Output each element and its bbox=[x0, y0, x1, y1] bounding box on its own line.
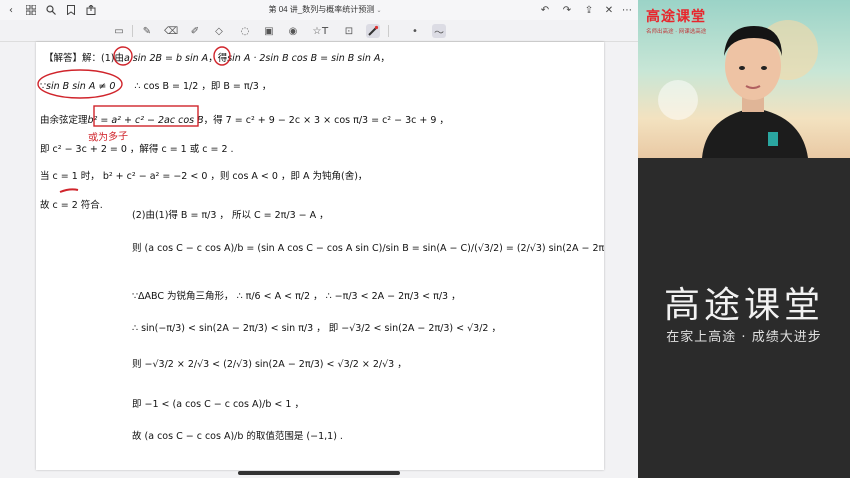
teacher-shirt bbox=[702, 108, 808, 158]
document-title-text: 第 04 讲_数列与概率统计预测 bbox=[268, 5, 375, 14]
text-segment: b² = a² + c² − 2ac cos B bbox=[87, 115, 204, 126]
highlighter-icon[interactable]: ✐ bbox=[188, 24, 202, 38]
solution-line-3: 由余弦定理b² = a² + c² − 2ac cos B，得 7 = c² +… bbox=[40, 112, 449, 126]
back-icon[interactable]: ‹ bbox=[4, 3, 18, 17]
bookmark-icon[interactable] bbox=[64, 3, 78, 17]
home-indicator bbox=[238, 471, 400, 475]
undo-icon[interactable]: ↶ bbox=[538, 3, 552, 17]
shapes-icon[interactable]: ◇ bbox=[212, 24, 226, 38]
solution-line-1: 【解答】解：(1)由a sin 2B = b sin A，得sin A · 2s… bbox=[44, 50, 390, 64]
redo-icon[interactable]: ↷ bbox=[560, 3, 574, 17]
search-icon[interactable] bbox=[44, 3, 58, 17]
text-box-icon[interactable]: T bbox=[318, 24, 332, 38]
solution-line-10: ∴ sin(−π/3) < sin(2A − 2π/3) < sin π/3 ，… bbox=[132, 323, 501, 334]
handwriting-note: 或为多子 bbox=[87, 130, 129, 145]
laser-pointer-icon[interactable] bbox=[366, 24, 380, 38]
eraser-icon[interactable]: ⌫ bbox=[164, 24, 178, 38]
chevron-down-icon: ⌄ bbox=[376, 8, 382, 14]
more-icon[interactable]: ⋯ bbox=[620, 3, 634, 17]
solution-line-11: 则 −√3/2 × 2/√3 < (2/√3) sin(2A − 2π/3) <… bbox=[132, 359, 407, 370]
pen-icon[interactable]: ✎ bbox=[140, 24, 154, 38]
text-segment: 【解答】解：(1)由 bbox=[44, 53, 124, 64]
top-bar: ‹ 第 04 讲_数列与概率统计预测 ⌄ ↶ ↷ ⇪ ✕ ⋯ bbox=[0, 0, 638, 20]
text-segment: ∵sin B sin A ≠ 0 bbox=[40, 81, 116, 92]
ink-underline bbox=[59, 188, 79, 193]
brand-logo: 高途课堂 名师出高途 · 网课选高途 bbox=[646, 6, 706, 35]
solution-line-6: 故 c = 2 符合. bbox=[40, 200, 103, 211]
solution-line-5: 当 c = 1 时， b² + c² − a² = −2 < 0 ，则 cos … bbox=[40, 171, 368, 182]
teacher-eye bbox=[761, 66, 767, 70]
brand-wordmark: 高途课堂 bbox=[663, 285, 824, 326]
reader-icon[interactable]: ▭ bbox=[112, 24, 126, 38]
document-page[interactable]: 【解答】解：(1)由a sin 2B = b sin A，得sin A · 2s… bbox=[36, 42, 604, 470]
notes-app: ‹ 第 04 讲_数列与概率统计预测 ⌄ ↶ ↷ ⇪ ✕ ⋯ ▭ ✎ ⌫ ✐ ◇… bbox=[0, 0, 638, 478]
teacher-camera: 高途课堂 名师出高途 · 网课选高途 bbox=[638, 0, 850, 158]
brand-slogan: 在家上高途 · 成绩大进步 bbox=[666, 330, 822, 345]
text-segment: a sin 2B = b sin A bbox=[123, 53, 209, 64]
export-icon[interactable]: ⇪ bbox=[582, 3, 596, 17]
teacher-eye bbox=[739, 66, 745, 70]
solution-line-12: 即 −1 < (a cos C − c cos A)/b < 1 ， bbox=[132, 399, 304, 410]
video-panel: 高途课堂 名师出高途 · 网课选高途 高途课堂 在家上高途 · 成绩大进步 bbox=[638, 0, 850, 478]
image-icon[interactable]: ▣ bbox=[262, 24, 276, 38]
handwritten-annotations bbox=[37, 46, 231, 193]
solution-line-2: ∵sin B sin A ≠ 0 ∴ cos B = 1/2 ，即 B = π/… bbox=[40, 78, 271, 92]
text-segment: ， bbox=[380, 53, 390, 64]
share-icon[interactable] bbox=[84, 3, 98, 17]
solution-line-13: 故 (a cos C − c cos A)/b 的取值范围是 (−1,1) . bbox=[132, 431, 343, 442]
solution-line-9: ∵ΔABC 为锐角三角形， ∴ π/6 < A < π/2 ， ∴ −π/3 <… bbox=[132, 291, 461, 302]
text-segment: ∴ cos B = 1/2 ，即 B = π/3 ， bbox=[134, 81, 272, 92]
toolbar-divider bbox=[132, 25, 133, 37]
zoom-window-icon[interactable]: ⊡ bbox=[342, 24, 356, 38]
lasso-icon[interactable]: ◌ bbox=[238, 24, 252, 38]
solution-line-8: 则 (a cos C − c cos A)/b = (sin A cos C −… bbox=[132, 243, 604, 254]
text-segment: sin A · 2sin B cos B = sin B sin A bbox=[227, 53, 381, 64]
shirt-badge bbox=[768, 132, 778, 146]
solution-line-7: (2)由(1)得 B = π/3 ， 所以 C = 2π/3 − A ， bbox=[132, 210, 329, 221]
brand-logo-text: 高途课堂 bbox=[646, 9, 706, 25]
text-segment: ，得 7 = c² + 9 − 2c × 3 × cos π/3 = c² − … bbox=[203, 115, 449, 126]
drawing-toolbar: ▭ ✎ ⌫ ✐ ◇ ◌ ▣ ◉ ☆ T T ⊡ • 〜 bbox=[0, 20, 638, 42]
brand-tagline: 名师出高途 · 网课选高途 bbox=[646, 29, 707, 35]
text-segment: ，得 bbox=[208, 53, 228, 64]
solution-line-4: 即 c² − 3c + 2 = 0 ，解得 c = 1 或 c = 2 . bbox=[40, 144, 234, 155]
close-icon[interactable]: ✕ bbox=[602, 3, 616, 17]
document-title[interactable]: 第 04 讲_数列与概率统计预测 ⌄ bbox=[240, 4, 410, 15]
dot-size-icon[interactable]: • bbox=[408, 24, 422, 38]
toolbar-divider bbox=[388, 25, 389, 37]
screen: ‹ 第 04 讲_数列与概率统计预测 ⌄ ↶ ↷ ⇪ ✕ ⋯ ▭ ✎ ⌫ ✐ ◇… bbox=[0, 0, 850, 478]
camera-icon[interactable]: ◉ bbox=[286, 24, 300, 38]
text-segment: 由余弦定理 bbox=[40, 115, 88, 126]
grid-icon[interactable] bbox=[24, 3, 38, 17]
stroke-style-icon[interactable]: 〜 bbox=[432, 24, 446, 39]
